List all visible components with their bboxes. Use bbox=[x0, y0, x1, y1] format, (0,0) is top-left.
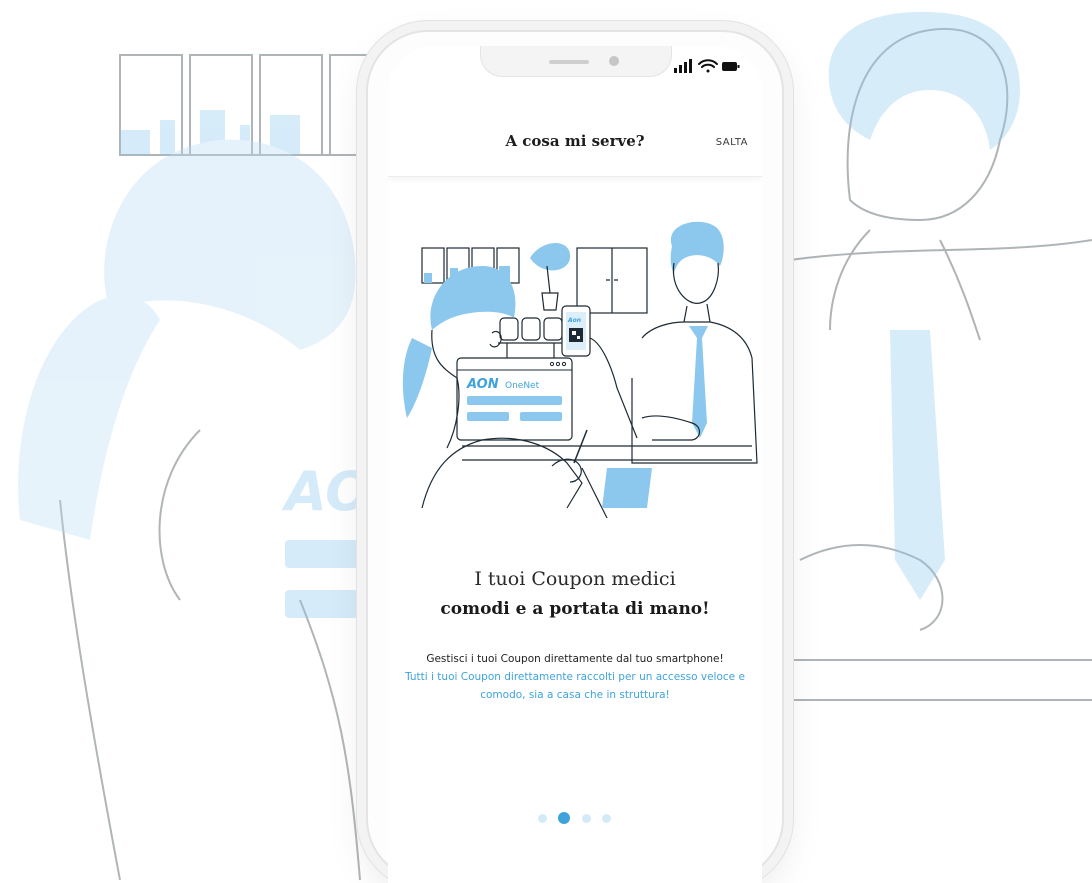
monitor: AON OneNet bbox=[456, 357, 573, 441]
onboarding-illustration: Aon AON OneNet bbox=[402, 221, 758, 518]
description-highlight: Tutti i tuoi Coupon direttamente raccolt… bbox=[405, 671, 745, 701]
phone-frame: A cosa mi serve? SALTA Aon AON OneNet I … bbox=[366, 30, 784, 883]
battery-icon bbox=[722, 62, 740, 71]
speaker-grille bbox=[549, 60, 589, 64]
description: Gestisci i tuoi Coupon direttamente dal … bbox=[392, 650, 758, 704]
headline-light: I tuoi Coupon medici bbox=[474, 568, 676, 590]
phone-notch bbox=[480, 46, 672, 77]
waiting-chairs bbox=[498, 317, 564, 358]
pagination-dot-active[interactable] bbox=[558, 812, 570, 824]
headline-bold: comodi e a portata di mano! bbox=[440, 599, 710, 619]
status-bar-icons bbox=[674, 59, 740, 73]
clerk-figure bbox=[631, 221, 758, 464]
held-smartphone: Aon bbox=[561, 305, 638, 439]
phone-screen: A cosa mi serve? SALTA Aon AON OneNet I … bbox=[388, 46, 762, 883]
pagination-dot[interactable] bbox=[538, 814, 547, 823]
signal-icon bbox=[674, 59, 692, 73]
phone-screen-logo: Aon bbox=[567, 317, 581, 324]
pagination-dot[interactable] bbox=[582, 814, 591, 823]
monitor-brand-logo: AON bbox=[466, 377, 499, 392]
plant bbox=[530, 243, 571, 311]
page-title: A cosa mi serve? bbox=[505, 132, 645, 150]
skip-button[interactable]: SALTA bbox=[716, 137, 748, 148]
app-header: A cosa mi serve? SALTA bbox=[388, 106, 762, 177]
cabinet bbox=[576, 247, 648, 314]
pagination-dot[interactable] bbox=[602, 814, 611, 823]
svg-text:AO: AO bbox=[281, 460, 371, 523]
monitor-brand-product: OneNet bbox=[505, 381, 540, 391]
wifi-icon bbox=[698, 59, 718, 73]
description-primary: Gestisci i tuoi Coupon direttamente dal … bbox=[426, 653, 724, 665]
front-camera bbox=[609, 56, 619, 66]
pagination-dots bbox=[538, 812, 618, 826]
